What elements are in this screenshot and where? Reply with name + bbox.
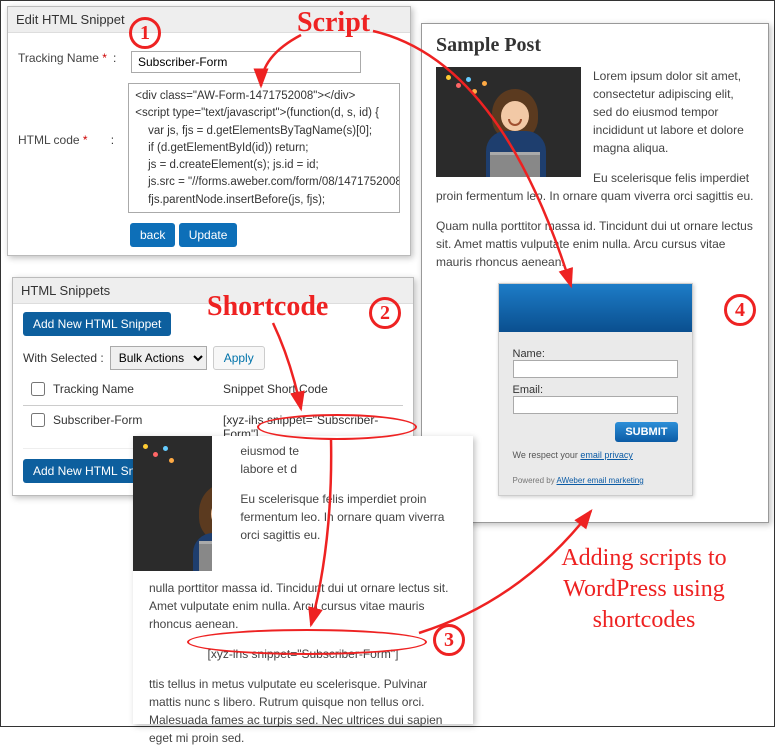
col-short-code: Snippet Short Code <box>223 382 403 399</box>
apply-button[interactable]: Apply <box>213 346 265 370</box>
post-image <box>436 67 581 177</box>
with-selected-label: With Selected : <box>23 351 104 365</box>
privacy-text: We respect your email privacy <box>513 442 678 460</box>
submit-button[interactable]: SUBMIT <box>615 422 677 442</box>
annotation-step-2: 2 <box>369 297 401 329</box>
annotation-tagline: Adding scripts to WordPress using shortc… <box>519 543 769 637</box>
annotation-oval-editor-shortcode <box>187 629 427 655</box>
editor-preview: eiusmod te labore et d Eu scelerisque fe… <box>133 436 473 724</box>
editor-paragraph: Eu scelerisque felis imperdiet proin fer… <box>240 490 463 544</box>
table-header: Tracking Name Snippet Short Code <box>23 376 403 406</box>
annotation-script-label: Script <box>297 7 370 39</box>
edit-snippet-panel: Edit HTML Snippet Tracking Name * : HTML… <box>7 6 411 256</box>
email-input[interactable] <box>513 396 678 414</box>
post-title: Sample Post <box>436 34 754 57</box>
name-label: Name: <box>513 348 678 360</box>
tracking-name-input[interactable] <box>131 51 361 73</box>
row-checkbox[interactable] <box>31 413 45 427</box>
editor-paragraph: ttis tellus in metus vulputate eu sceler… <box>133 675 473 747</box>
email-label: Email: <box>513 384 678 396</box>
back-button[interactable]: back <box>130 223 175 247</box>
editor-paragraph: nulla porttitor massa id. Tincidunt dui … <box>133 579 473 633</box>
editor-image <box>133 436 212 571</box>
annotation-shortcode-label: Shortcode <box>207 291 328 323</box>
email-privacy-link[interactable]: email privacy <box>580 450 633 460</box>
post-paragraph: Quam nulla porttitor massa id. Tincidunt… <box>436 217 754 271</box>
html-code-label: HTML code * <box>18 83 111 147</box>
name-input[interactable] <box>513 360 678 378</box>
sample-post-preview: Sample Post Lorem ipsum dolor sit amet, … <box>421 23 769 523</box>
col-tracking-name: Tracking Name <box>53 382 223 399</box>
bulk-actions-select[interactable]: Bulk Actions <box>110 346 207 370</box>
aweber-link[interactable]: AWeber email marketing <box>557 476 644 485</box>
annotation-oval-shortcode <box>257 414 417 440</box>
add-snippet-button[interactable]: Add New HTML Snippet <box>23 312 171 336</box>
tracking-name-label: Tracking Name * <box>18 51 113 65</box>
powered-by: Powered by AWeber email marketing <box>499 470 692 495</box>
update-button[interactable]: Update <box>179 223 238 247</box>
annotation-step-3: 3 <box>433 624 465 656</box>
aweber-form: Name: Email: SUBMIT We respect your emai… <box>498 283 693 496</box>
annotation-step-4: 4 <box>724 294 756 326</box>
html-code-textarea[interactable]: <div class="AW-Form-1471752008"></div> <… <box>128 83 400 213</box>
form-header <box>499 284 692 332</box>
select-all-checkbox[interactable] <box>31 382 45 396</box>
annotation-step-1: 1 <box>129 17 161 49</box>
